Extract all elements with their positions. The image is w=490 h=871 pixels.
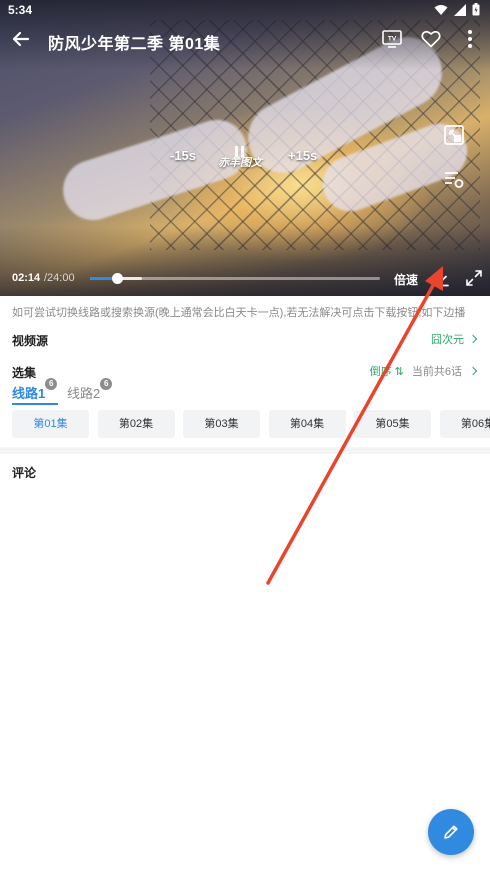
tab-line-1-badge: 6 <box>45 378 58 390</box>
back-arrow-icon[interactable] <box>8 26 34 52</box>
sort-toggle-button[interactable]: 倒序 ⇅ <box>370 363 404 379</box>
progress-bar[interactable] <box>90 273 380 284</box>
write-comment-button[interactable] <box>428 809 474 855</box>
video-source-label: 视频源 <box>12 334 49 348</box>
video-source-selector[interactable]: 囧次元 <box>431 331 478 347</box>
seek-forward-button[interactable]: +15s <box>288 148 317 163</box>
tab-line-1[interactable]: 线路1 6 <box>12 378 58 402</box>
progress-thumb[interactable] <box>111 273 123 284</box>
episode-meta: 倒序 ⇅ 当前共6话 <box>370 363 478 379</box>
tab-line-2-badge: 6 <box>100 378 113 390</box>
tab-line-1-label: 线路1 <box>12 386 46 401</box>
episode-list[interactable]: 第01集 第02集 第03集 第04集 第05集 第06集 <box>12 410 490 438</box>
active-tab-indicator <box>12 403 58 405</box>
picture-in-picture-icon[interactable] <box>443 124 465 146</box>
download-icon[interactable] <box>431 268 451 288</box>
player-top-bar: 防风少年第二季 第01集 TV <box>0 24 490 56</box>
tab-line-2[interactable]: 线路2 6 <box>67 378 113 402</box>
more-vertical-icon[interactable] <box>462 28 478 50</box>
video-source-value: 囧次元 <box>431 334 464 346</box>
comments-label: 评论 <box>12 466 37 480</box>
battery-icon <box>472 3 480 16</box>
episode-button-04[interactable]: 第04集 <box>268 410 346 438</box>
signal-icon <box>454 3 466 16</box>
episode-section-label: 选集 <box>12 366 37 380</box>
fullscreen-icon[interactable] <box>464 268 484 288</box>
favorite-heart-icon[interactable] <box>420 28 442 50</box>
status-icons <box>434 3 480 16</box>
episode-button-02[interactable]: 第02集 <box>97 410 175 438</box>
episode-button-01[interactable]: 第01集 <box>12 410 89 438</box>
episode-button-06[interactable]: 第06集 <box>439 410 490 438</box>
video-player[interactable]: 5:34 防风少年第二季 第01集 TV -15s 赤羊图文 +15s 02:1… <box>0 0 490 296</box>
tab-line-2-label: 线路2 <box>67 386 101 401</box>
video-watermark: 赤羊图文 <box>218 157 262 169</box>
episode-button-05[interactable]: 第05集 <box>354 410 431 438</box>
video-title: 防风少年第二季 第01集 <box>48 36 221 53</box>
episode-button-03[interactable]: 第03集 <box>183 410 260 438</box>
total-duration: /24:00 <box>44 272 75 284</box>
status-bar: 5:34 <box>0 0 490 20</box>
status-time: 5:34 <box>8 3 33 17</box>
playback-speed-button[interactable]: 倍速 <box>394 271 418 288</box>
playlist-settings-icon[interactable] <box>443 168 465 190</box>
episode-count[interactable]: 当前共6话 <box>412 363 462 379</box>
section-divider <box>0 447 490 454</box>
chevron-right-icon[interactable] <box>468 366 478 376</box>
wifi-icon <box>434 4 448 15</box>
playback-tip-marquee: 如可尝试切换线路或搜索换源(晚上通常会比白天卡一点),若无法解决可点击下载按钮,… <box>12 307 466 319</box>
seek-back-button[interactable]: -15s <box>170 148 196 163</box>
chevron-right-icon <box>468 334 478 344</box>
pencil-icon <box>444 825 458 839</box>
tv-cast-icon[interactable]: TV <box>381 28 403 50</box>
current-time: 02:14 <box>12 272 41 284</box>
player-controls: 02:14 /24:00 倍速 <box>0 264 490 292</box>
svg-text:TV: TV <box>388 36 397 43</box>
